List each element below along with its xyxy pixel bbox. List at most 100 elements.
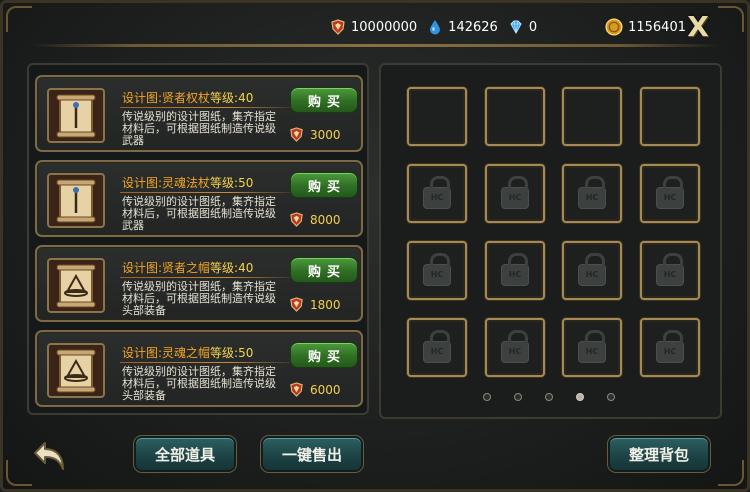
gold-currency: 1156401 xyxy=(605,18,686,36)
item-title: 设计图:灵魂法杖等级:50 xyxy=(122,174,253,191)
item-level: 等级:40 xyxy=(210,91,254,105)
quick-sell-button[interactable]: 一键售出 xyxy=(260,435,364,473)
lock-label: HC xyxy=(663,270,677,279)
shop-item[interactable]: 设计图:灵魂之帽等级:50 传说级别的设计图纸，集齐指定材料后，可根据图纸制造传… xyxy=(35,330,363,407)
locked-bag-slot[interactable]: HC xyxy=(562,241,622,300)
locked-bag-slot[interactable]: HC xyxy=(640,164,700,223)
lock-icon: HC xyxy=(423,252,451,286)
shield-badge-icon xyxy=(290,382,303,397)
lock-label: HC xyxy=(430,347,444,356)
price-value: 8000 xyxy=(310,212,341,227)
all-items-button[interactable]: 全部道具 xyxy=(133,435,237,473)
buy-button[interactable]: 购买 xyxy=(290,257,358,283)
page-dot[interactable] xyxy=(607,393,615,401)
lock-label: HC xyxy=(585,193,599,202)
frame-corner xyxy=(6,6,32,32)
buy-button[interactable]: 购买 xyxy=(290,342,358,368)
item-level: 等级:40 xyxy=(210,261,254,275)
locked-bag-slot[interactable]: HC xyxy=(407,318,467,377)
lock-label: HC xyxy=(585,270,599,279)
diamond-value: 0 xyxy=(528,19,538,35)
title-underline xyxy=(120,362,300,363)
shield-badge-icon xyxy=(331,19,345,35)
price-value: 3000 xyxy=(310,127,341,142)
lock-label: HC xyxy=(585,347,599,356)
page-dot[interactable] xyxy=(545,393,553,401)
item-title: 设计图:贤者之帽等级:40 xyxy=(122,259,253,276)
buy-button[interactable]: 购买 xyxy=(290,87,358,113)
gold-coin-icon xyxy=(605,18,623,36)
item-description: 传说级别的设计图纸，集齐指定材料后，可根据图纸制造传说级头部装备 xyxy=(122,280,276,317)
page-dot[interactable] xyxy=(483,393,491,401)
lock-icon: HC xyxy=(578,329,606,363)
frame-corner xyxy=(718,6,744,32)
locked-bag-slot[interactable]: HC xyxy=(485,318,545,377)
lock-label: HC xyxy=(430,193,444,202)
scroll-staff-icon xyxy=(47,173,105,228)
item-title: 设计图:贤者权杖等级:40 xyxy=(122,89,253,106)
lock-label: HC xyxy=(663,193,677,202)
buy-label: 购买 xyxy=(307,264,346,280)
bag-slot[interactable] xyxy=(562,87,622,146)
buy-label: 购买 xyxy=(307,349,346,365)
close-button[interactable]: X xyxy=(684,10,712,43)
bag-panel: HC HC HC HC HC HC HC HC HC HC HC HC xyxy=(379,63,722,419)
lock-label: HC xyxy=(508,270,522,279)
title-underline xyxy=(120,107,300,108)
bag-slot[interactable] xyxy=(485,87,545,146)
item-price: 3000 xyxy=(289,127,341,142)
frame-corner xyxy=(718,460,744,486)
locked-bag-slot[interactable]: HC xyxy=(640,318,700,377)
locked-bag-slot[interactable]: HC xyxy=(562,164,622,223)
sort-bag-button[interactable]: 整理背包 xyxy=(607,435,711,473)
buy-label: 购买 xyxy=(307,179,346,195)
shop-item[interactable]: 设计图:灵魂法杖等级:50 传说级别的设计图纸，集齐指定材料后，可根据图纸制造传… xyxy=(35,160,363,237)
all-items-label: 全部道具 xyxy=(154,445,215,464)
page-dot[interactable] xyxy=(514,393,522,401)
item-price: 8000 xyxy=(289,212,341,227)
diamond-icon xyxy=(510,20,522,35)
lock-icon: HC xyxy=(501,329,529,363)
water-currency: 142626 xyxy=(427,19,498,35)
currency-bar: 10000000 142626 0 1156401 xyxy=(330,14,686,40)
item-title: 设计图:灵魂之帽等级:50 xyxy=(122,344,253,361)
frame-divider xyxy=(30,44,720,47)
page-dot[interactable] xyxy=(576,393,584,401)
page-indicator xyxy=(483,393,615,401)
scroll-hat-icon xyxy=(47,258,105,313)
item-level: 等级:50 xyxy=(210,176,254,190)
locked-bag-slot[interactable]: HC xyxy=(485,164,545,223)
quick-sell-label: 一键售出 xyxy=(281,445,342,464)
honor-currency: 10000000 xyxy=(330,19,417,35)
locked-bag-slot[interactable]: HC xyxy=(485,241,545,300)
lock-icon: HC xyxy=(656,175,684,209)
shield-badge-icon xyxy=(290,127,303,142)
item-price: 6000 xyxy=(289,382,341,397)
shop-item[interactable]: 设计图:贤者权杖等级:40 传说级别的设计图纸，集齐指定材料后，可根据图纸制造传… xyxy=(35,75,363,152)
locked-bag-slot[interactable]: HC xyxy=(407,241,467,300)
lock-label: HC xyxy=(508,347,522,356)
lock-label: HC xyxy=(430,270,444,279)
buy-button[interactable]: 购买 xyxy=(290,172,358,198)
locked-bag-slot[interactable]: HC xyxy=(640,241,700,300)
item-name: 设计图:贤者权杖 xyxy=(122,91,211,105)
lock-icon: HC xyxy=(501,175,529,209)
diamond-currency: 0 xyxy=(508,19,537,35)
shop-item[interactable]: 设计图:贤者之帽等级:40 传说级别的设计图纸，集齐指定材料后，可根据图纸制造传… xyxy=(35,245,363,322)
honor-value: 10000000 xyxy=(351,19,418,35)
lock-icon: HC xyxy=(656,252,684,286)
sort-bag-label: 整理背包 xyxy=(628,445,689,464)
bag-slot[interactable] xyxy=(407,87,467,146)
shop-list-panel[interactable]: 设计图:贤者权杖等级:40 传说级别的设计图纸，集齐指定材料后，可根据图纸制造传… xyxy=(27,63,369,415)
price-value: 6000 xyxy=(310,382,341,397)
locked-bag-slot[interactable]: HC xyxy=(407,164,467,223)
locked-bag-slot[interactable]: HC xyxy=(562,318,622,377)
bag-slot[interactable] xyxy=(640,87,700,146)
lock-icon: HC xyxy=(501,252,529,286)
water-value: 142626 xyxy=(448,19,498,35)
item-description: 传说级别的设计图纸，集齐指定材料后，可根据图纸制造传说级头部装备 xyxy=(122,365,276,402)
lock-icon: HC xyxy=(656,329,684,363)
lock-label: HC xyxy=(508,193,522,202)
back-button[interactable] xyxy=(30,436,70,476)
lock-label: HC xyxy=(663,347,677,356)
